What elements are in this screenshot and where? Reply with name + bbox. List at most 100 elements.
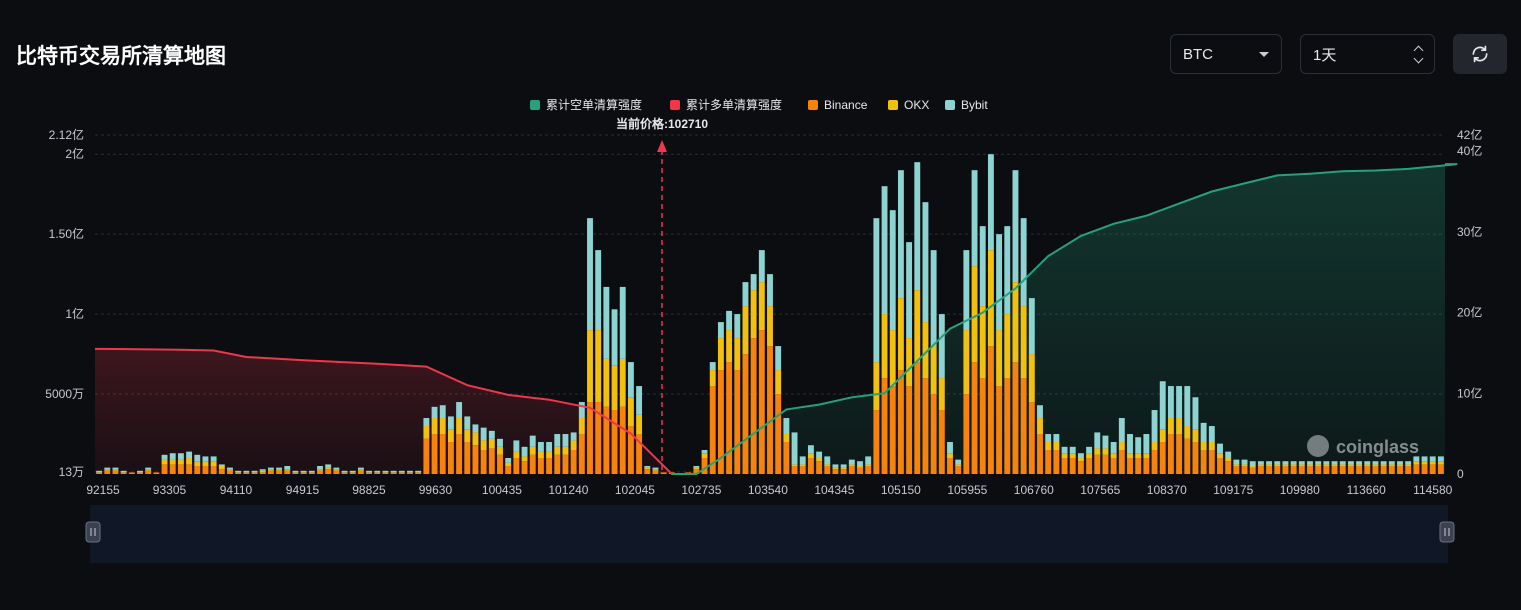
bar-okx: [1159, 429, 1166, 443]
bar-bybit: [832, 464, 839, 468]
bar-binance: [791, 466, 798, 474]
bar-bybit: [1045, 434, 1052, 443]
bar-bybit: [447, 416, 454, 430]
bar-bybit: [587, 218, 593, 331]
bar-okx: [791, 464, 798, 467]
y-right-tick-label: 20亿: [1457, 305, 1482, 320]
bar-binance: [128, 472, 135, 474]
range-slider[interactable]: [85, 505, 1455, 563]
bar-okx: [857, 466, 863, 468]
bar-okx: [767, 306, 773, 347]
bar-okx: [1266, 464, 1273, 467]
bar-binance: [914, 362, 921, 474]
bar-okx: [357, 469, 364, 471]
bar-bybit: [848, 459, 855, 465]
legend: 累计空单清算强度 累计多单清算强度 Binance OKX Bybit: [530, 97, 988, 112]
bar-okx: [979, 306, 986, 379]
bar-okx: [1053, 442, 1060, 451]
bar-binance: [1241, 466, 1248, 474]
y-left-tick-label: 2.12亿: [49, 127, 84, 142]
bar-bybit: [1086, 446, 1093, 454]
bar-bybit: [1208, 426, 1215, 443]
bar-binance: [1437, 464, 1444, 474]
range-slider-handle-right[interactable]: [1439, 521, 1455, 543]
bar-okx: [1315, 464, 1322, 467]
range-slider-track[interactable]: [90, 505, 1448, 563]
bar-bybit: [726, 310, 733, 331]
bar-binance: [987, 346, 994, 474]
bar-binance: [1274, 466, 1281, 474]
bar-bybit: [627, 362, 634, 398]
bar-bybit: [292, 470, 299, 473]
x-tick-label: 105955: [947, 483, 987, 497]
bar-binance: [799, 466, 806, 474]
bar-bybit: [1364, 461, 1371, 465]
bar-binance: [1282, 466, 1289, 474]
bar-binance: [554, 454, 561, 474]
current-price-label: 当前价格:102710: [616, 116, 708, 131]
bar-bybit: [251, 470, 258, 473]
bar-okx: [627, 397, 634, 427]
bar-bybit: [693, 466, 700, 468]
bar-okx: [799, 464, 806, 467]
bar-binance: [423, 438, 430, 474]
bar-binance: [570, 450, 577, 474]
x-tick-label: 104345: [814, 483, 854, 497]
bar-binance: [537, 458, 544, 474]
bar-okx: [987, 250, 994, 347]
bar-okx: [210, 461, 217, 467]
bar-bybit: [415, 470, 422, 473]
bar-bybit: [1298, 461, 1305, 465]
bar-okx: [1102, 448, 1109, 455]
legend-swatch: [530, 100, 540, 110]
bar-bybit: [382, 470, 389, 473]
bar-binance: [202, 466, 209, 474]
bar-binance: [1110, 458, 1117, 474]
bar-binance: [251, 472, 258, 474]
legend-label: 累计多单清算强度: [686, 97, 782, 112]
bar-binance: [1421, 464, 1428, 474]
bar-okx: [963, 330, 970, 395]
bar-okx: [104, 469, 111, 471]
bar-binance: [1429, 464, 1436, 474]
bar-okx: [758, 282, 765, 331]
range-slider-handle-left[interactable]: [85, 521, 101, 543]
bar-binance: [456, 434, 463, 474]
x-tick-label: 94110: [220, 483, 253, 497]
bar-bybit: [996, 234, 1003, 331]
bar-okx: [652, 469, 659, 471]
bar-bybit: [767, 274, 773, 307]
bar-binance: [1020, 378, 1027, 474]
bar-binance: [938, 410, 945, 474]
legend-swatch: [945, 100, 955, 110]
bar-binance: [963, 394, 970, 474]
coinglass-logo-icon: [1307, 435, 1329, 457]
bar-binance: [325, 469, 332, 474]
bar-bybit: [308, 470, 315, 473]
bar-okx: [996, 330, 1003, 387]
bar-binance: [1208, 450, 1215, 474]
bar-okx: [955, 464, 962, 467]
bar-binance: [1102, 454, 1109, 474]
bar-bybit: [1102, 435, 1109, 449]
bar-bybit: [947, 442, 953, 454]
bar-bybit: [922, 202, 929, 323]
x-tick-label: 107565: [1080, 483, 1120, 497]
bar-binance: [996, 386, 1003, 474]
bar-binance: [1331, 466, 1338, 474]
bar-binance: [488, 448, 495, 474]
bar-binance: [1372, 466, 1379, 474]
bar-bybit: [488, 430, 495, 439]
bar-binance: [333, 470, 340, 474]
bar-bybit: [1061, 446, 1068, 454]
bar-bybit: [210, 456, 217, 462]
bar-bybit: [554, 434, 561, 447]
bar-binance: [472, 445, 479, 474]
bar-bybit: [742, 282, 749, 307]
bar-binance: [1012, 362, 1019, 474]
bar-bybit: [1069, 446, 1076, 454]
bar-bybit: [1388, 461, 1395, 465]
bar-bybit: [619, 286, 626, 359]
bar-bybit: [1429, 456, 1436, 462]
bar-bybit: [1200, 422, 1207, 443]
